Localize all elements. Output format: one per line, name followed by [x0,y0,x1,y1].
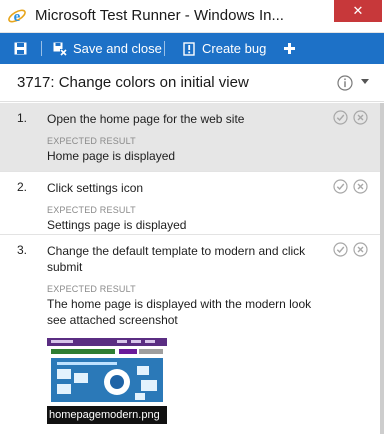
internet-explorer-icon: e [8,9,26,25]
test-case-header: 3717: Change colors on initial view [0,64,384,102]
save-and-close-label: Save and close [73,41,162,56]
chevron-down-icon[interactable] [360,78,370,86]
screenshot-preview-image [47,338,167,406]
expected-result-label: EXPECTED RESULT [47,136,136,146]
scrollbar-thumb[interactable] [380,103,384,434]
step-number: 1. [17,111,28,125]
expected-result-text: The home page is displayed with the mode… [47,297,312,327]
step-action: Click settings icon [47,181,144,195]
pass-step-icon[interactable] [333,110,348,125]
attachment-thumbnail[interactable]: homepagemodern.png [47,338,167,424]
fail-step-icon[interactable] [353,110,368,125]
attachment-file-name: homepagemodern.png [47,406,167,424]
window-close-button[interactable]: ✕ [334,0,382,22]
step-action: Change the default template to modern an… [47,244,306,274]
step-number: 2. [17,180,28,194]
test-step-1[interactable]: 1. Open the home page for the web site E… [0,103,380,172]
toolbar-separator [41,41,42,56]
fail-step-icon[interactable] [353,242,368,257]
floppy-disk-icon [14,42,27,55]
plus-icon [284,43,295,54]
add-button[interactable] [284,33,295,64]
test-case-title: 3717: Change colors on initial view [17,74,249,91]
test-step-2[interactable]: 2. Click settings icon EXPECTED RESULT S… [0,172,380,235]
save-close-icon [53,42,67,56]
close-icon: ✕ [352,3,364,18]
info-icon[interactable] [337,75,353,91]
pass-step-icon[interactable] [333,242,348,257]
expected-result-label: EXPECTED RESULT [47,205,136,215]
expected-result-text: Home page is displayed [47,149,176,163]
create-bug-button[interactable]: Create bug [183,33,266,64]
window-title: Microsoft Test Runner - Windows In... [35,7,284,24]
window-title-bar: e Microsoft Test Runner - Windows In... … [0,0,384,33]
toolbar: Save and close Create bug [0,33,384,64]
fail-step-icon[interactable] [353,179,368,194]
pass-step-icon[interactable] [333,179,348,194]
save-button[interactable] [14,33,27,64]
expected-result-text: Settings page is displayed [47,218,187,232]
toolbar-separator [164,41,165,56]
create-bug-label: Create bug [202,41,267,56]
svg-text:e: e [14,9,21,25]
step-number: 3. [17,243,28,257]
save-and-close-button[interactable]: Save and close [53,33,162,64]
bug-icon [183,41,195,56]
step-action: Open the home page for the web site [47,112,245,126]
expected-result-label: EXPECTED RESULT [47,284,136,294]
